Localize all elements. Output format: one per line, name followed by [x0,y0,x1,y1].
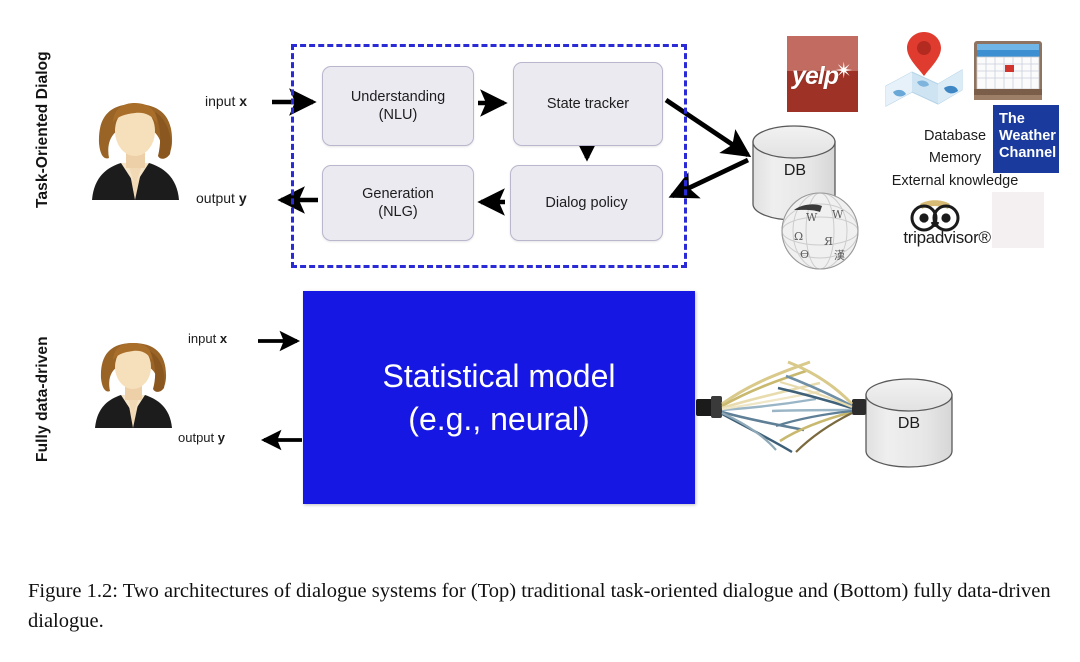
svg-text:Я: Я [824,235,833,248]
box-understanding-line2: (NLU) [378,107,418,123]
top-output-prefix: output [196,190,239,206]
box-understanding-line1: Understanding [350,88,446,105]
knowledge-line-external: External knowledge [891,172,1019,189]
box-generation-line2: (NLG) [378,204,418,220]
weather-channel-logo[interactable]: The Weather Channel [993,105,1059,173]
db-label-bottom: DB [897,415,921,432]
bottom-input-symbol: x [219,331,228,346]
weather-line-weather: Weather [999,128,1056,145]
tripadvisor-wordmark: tripadvisor® [903,228,991,247]
db-label-top: DB [783,162,807,179]
weather-line-the: The [999,111,1025,127]
box-dialog-policy[interactable]: Dialog policy [510,165,663,241]
yelp-wordmark: yelp [792,62,839,90]
calendar-icon-shape [974,41,1042,100]
bottom-output-symbol: y [217,430,225,445]
svg-text:W: W [832,208,844,221]
map-icon-shape [885,32,963,107]
statistical-model-line2: (e.g., neural) [408,400,590,437]
box-state-tracker[interactable]: State tracker [513,62,663,146]
box-state-tracker-line1: State tracker [546,95,630,112]
box-generation-line1: Generation [362,185,434,202]
wikipedia-globe-shape: W W Ω Я Ө 漢 [781,192,859,270]
foursquare-logo[interactable] [992,192,1044,248]
row-label-task-oriented-dialog: Task-Oriented Dialog [34,51,51,208]
cable-bundle [696,360,866,454]
figure-caption: Figure 1.2: Two architectures of dialogu… [28,580,1051,633]
user-avatar-bottom [95,343,172,428]
weather-line-channel: Channel [999,145,1057,162]
svg-text:Ө: Ө [800,248,809,261]
figure-container: W W Ω Я Ө 漢 Task-Oriented Dialog Fully d… [0,0,1080,662]
yelp-burst-icon: ✴ [834,58,854,83]
svg-text:漢: 漢 [834,249,845,262]
statistical-model-line1: Statistical model [382,358,616,395]
box-generation-nlg[interactable]: Generation (NLG) [322,165,474,241]
top-output-label: output y [196,190,247,206]
tripadvisor-logo[interactable]: tripadvisor® [895,202,999,248]
box-dialog-policy-line1: Dialog policy [545,194,628,211]
svg-text:Ω: Ω [794,230,803,243]
top-input-prefix: input [205,93,240,109]
bottom-input-prefix: input [188,331,220,346]
user-avatar-top [92,103,179,200]
svg-text:W: W [806,211,818,224]
top-output-symbol: y [238,190,247,206]
statistical-model-box[interactable]: Statistical model (e.g., neural) [303,291,695,504]
bottom-output-label: output y [178,430,225,445]
top-input-symbol: x [239,93,248,109]
bottom-output-prefix: output [178,430,218,445]
bottom-input-label: input x [188,331,227,346]
row-label-fully-data-driven: Fully data-driven [34,336,51,462]
top-input-label: input x [205,93,247,109]
box-understanding-nlu[interactable]: Understanding (NLU) [322,66,474,146]
yelp-logo[interactable]: yelp ✴ [787,36,858,112]
